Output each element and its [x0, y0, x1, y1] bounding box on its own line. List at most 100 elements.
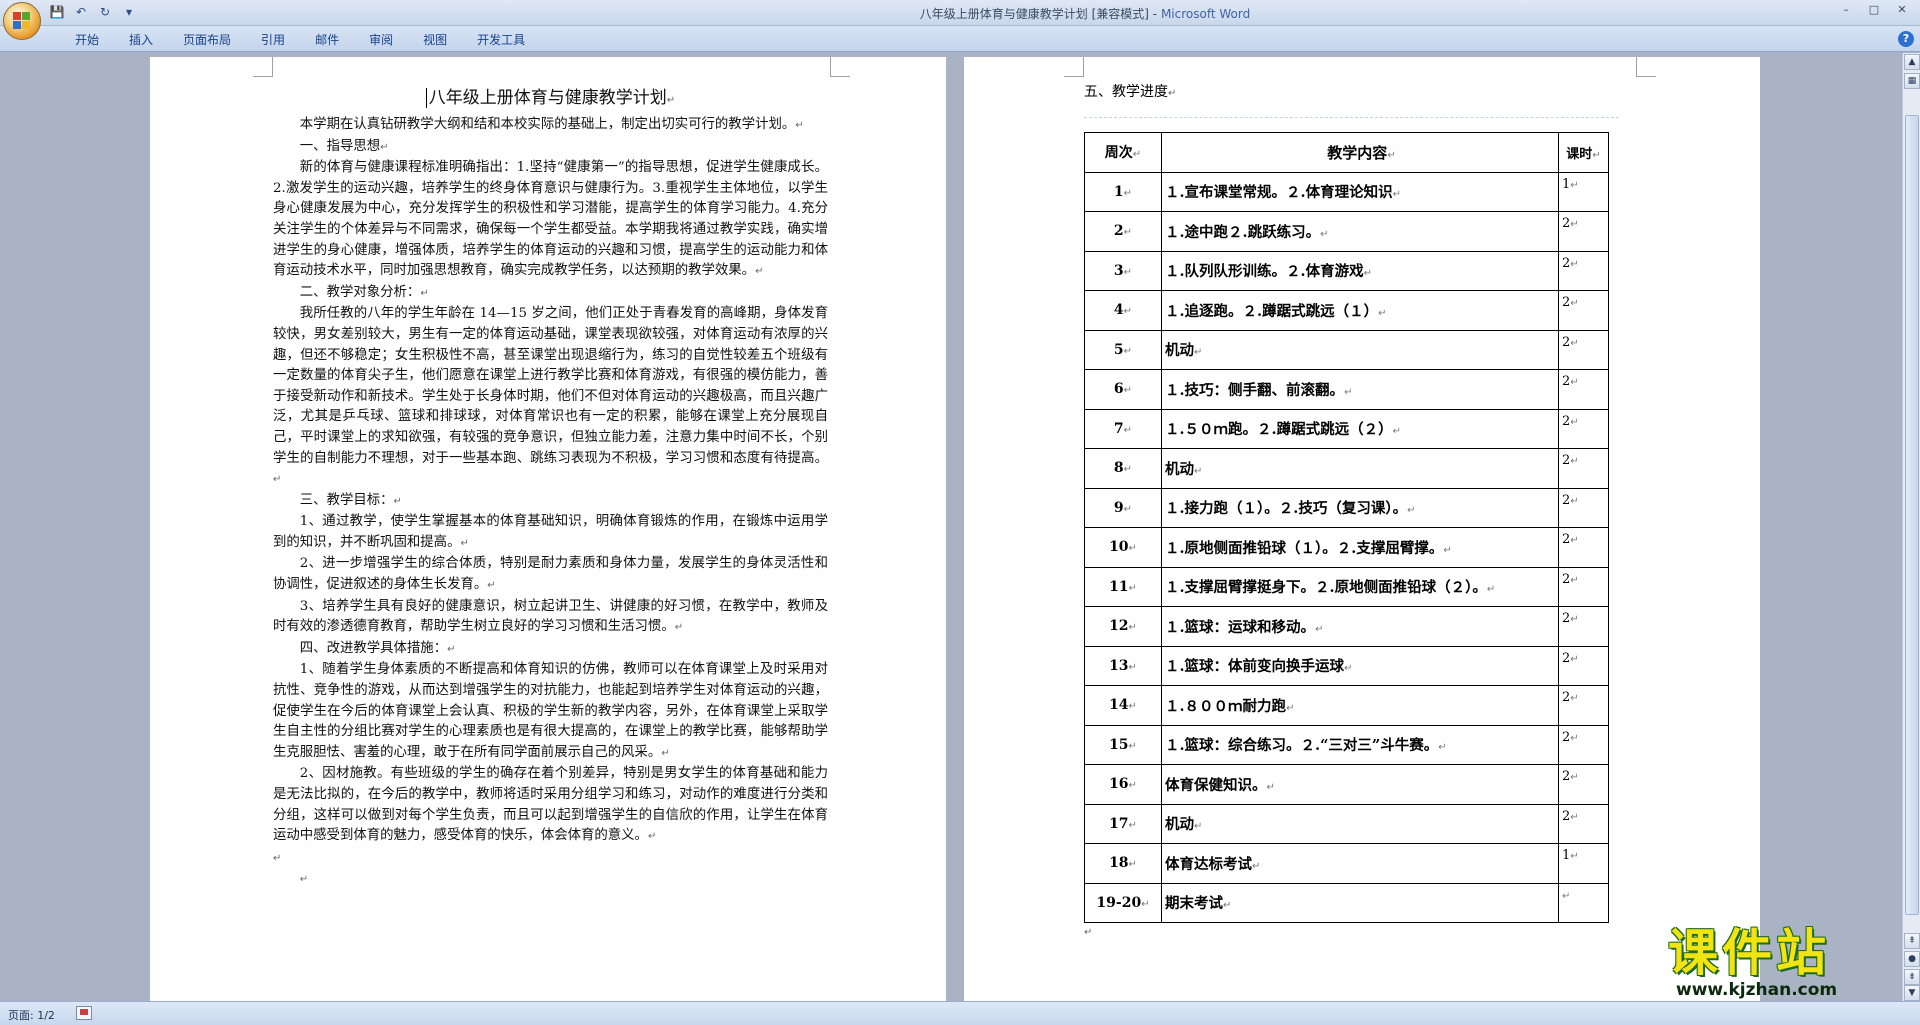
hours-cell[interactable]: 2↵ — [1558, 408, 1609, 449]
hours-cell[interactable]: 2↵ — [1558, 448, 1609, 489]
week-cell[interactable]: 18↵ — [1084, 843, 1162, 884]
hours-cell[interactable]: 1↵ — [1558, 171, 1609, 212]
week-cell[interactable]: 13↵ — [1084, 645, 1162, 686]
week-cell[interactable]: 8↵ — [1084, 448, 1162, 489]
ribbon-tab[interactable]: 邮件 — [300, 31, 354, 48]
proofing-status-icon[interactable] — [76, 1006, 92, 1020]
cell-mark: ↵ — [1570, 337, 1579, 349]
ribbon-tab[interactable]: 开发工具 — [462, 31, 540, 48]
hours-cell[interactable]: 2↵ — [1558, 606, 1609, 647]
page-1-body[interactable]: 八年级上册体育与健康教学计划↵ 本学期在认真钻研教学大纲和结和本校实际的基础上，… — [273, 83, 828, 891]
content-cell[interactable]: １.支撑屈臂撑挺身下。２.原地侧面推铅球（２）。↵ — [1161, 566, 1559, 607]
cell-mark: ↵ — [1194, 821, 1203, 833]
content-cell[interactable]: １.篮球：运球和移动。↵ — [1161, 606, 1559, 647]
hours-cell[interactable]: 2↵ — [1558, 369, 1609, 410]
scrollbar-thumb[interactable] — [1905, 115, 1919, 915]
content-cell[interactable]: 期末考试↵ — [1161, 882, 1559, 923]
content-cell-text: １.技巧：侧手翻、前滚翻。 — [1165, 381, 1345, 399]
section-heading: 五、教学进度↵ — [1084, 81, 1176, 101]
content-cell[interactable]: １.８００ｍ耐力跑↵ — [1161, 685, 1559, 726]
hours-cell[interactable]: 2↵ — [1558, 645, 1609, 686]
paragraph-mark: ↵ — [661, 747, 670, 759]
title-bar: 💾 ↶ ↻ ▾ 八年级上册体育与健康教学计划 [兼容模式] - Microsof… — [0, 0, 1920, 40]
week-cell[interactable]: 6↵ — [1084, 369, 1162, 410]
hours-cell[interactable]: 2↵ — [1558, 290, 1609, 331]
week-cell[interactable]: 12↵ — [1084, 606, 1162, 647]
content-cell[interactable]: １.队列队形训练。２.体育游戏↵ — [1161, 250, 1559, 291]
hours-cell[interactable]: 2↵ — [1558, 527, 1609, 568]
header-hours[interactable]: 课时↵ — [1558, 132, 1609, 173]
content-cell[interactable]: 机动↵ — [1161, 448, 1559, 489]
content-cell[interactable]: 机动↵ — [1161, 329, 1559, 370]
watermark-url: www.kjzhan.com — [1676, 980, 1838, 1000]
vertical-scrollbar[interactable]: ▲ ▦ ⇞ ● ⇟ ▼ — [1902, 53, 1920, 1001]
close-button[interactable]: ✕ — [1888, 0, 1916, 20]
minimize-button[interactable]: – — [1832, 0, 1860, 20]
week-cell[interactable]: 1↵ — [1084, 171, 1162, 212]
ribbon-tab[interactable]: 视图 — [408, 31, 462, 48]
week-cell[interactable]: 7↵ — [1084, 408, 1162, 449]
cell-mark: ↵ — [1128, 701, 1137, 713]
document-area[interactable]: 八年级上册体育与健康教学计划↵ 本学期在认真钻研教学大纲和结和本校实际的基础上，… — [0, 53, 1902, 1001]
content-cell[interactable]: １.技巧：侧手翻、前滚翻。↵ — [1161, 369, 1559, 410]
week-cell[interactable]: 14↵ — [1084, 685, 1162, 726]
content-cell[interactable]: １.５０ｍ跑。２.蹲踞式跳远（２）↵ — [1161, 408, 1559, 449]
hours-cell[interactable]: 2↵ — [1558, 685, 1609, 726]
hours-cell[interactable]: 2↵ — [1558, 211, 1609, 252]
page-1[interactable]: 八年级上册体育与健康教学计划↵ 本学期在认真钻研教学大纲和结和本校实际的基础上，… — [150, 57, 946, 1001]
body-paragraph: 3、培养学生具有良好的健康意识，树立起讲卫生、讲健康的好习惯，在教学中，教师及时… — [273, 597, 828, 639]
content-cell-text: １.篮球：体前变向换手运球 — [1165, 658, 1345, 676]
page-2[interactable]: 五、教学进度↵ 周次↵ 教学内容↵ 课时↵ 1↵ １.宣布课堂常规。２.体育理论知… — [964, 57, 1760, 1001]
content-cell-text: １.８００ｍ耐力跑 — [1165, 697, 1287, 715]
cell-mark: ↵ — [1570, 456, 1579, 467]
paragraph-mark: ↵ — [674, 622, 684, 634]
hours-cell[interactable]: 1↵ — [1558, 843, 1609, 884]
hours-cell[interactable]: 2↵ — [1558, 724, 1609, 765]
maximize-button[interactable]: □ — [1860, 0, 1888, 20]
page-count[interactable]: 页面: 1/2 — [8, 1007, 55, 1023]
hours-cell[interactable]: 2↵ — [1558, 250, 1609, 291]
week-cell[interactable]: 19-20↵ — [1084, 882, 1162, 923]
week-cell[interactable]: 11↵ — [1084, 566, 1162, 607]
scroll-up-icon[interactable]: ▲ — [1904, 54, 1920, 70]
ribbon-tab[interactable]: 开始 — [60, 31, 114, 48]
content-cell[interactable]: １.接力跑（１）。２.技巧（复习课）。↵ — [1161, 487, 1559, 528]
help-icon[interactable]: ? — [1898, 31, 1914, 47]
content-cell[interactable]: １.途中跑２.跳跃练习。↵ — [1161, 211, 1559, 252]
week-cell[interactable]: 9↵ — [1084, 487, 1162, 528]
week-cell[interactable]: 2↵ — [1084, 211, 1162, 252]
hours-cell[interactable]: 2↵ — [1558, 487, 1609, 528]
paragraph-text: 新的体育与健康课程标准明确指出：1.坚持“健康第一”的指导思想，促进学生健康成长… — [273, 160, 828, 279]
week-cell[interactable]: 16↵ — [1084, 764, 1162, 805]
week-cell[interactable]: 5↵ — [1084, 329, 1162, 370]
header-week[interactable]: 周次↵ — [1084, 132, 1162, 173]
week-cell[interactable]: 17↵ — [1084, 803, 1162, 844]
content-cell[interactable]: 体育达标考试↵ — [1161, 843, 1559, 884]
week-cell[interactable]: 10↵ — [1084, 527, 1162, 568]
schedule-table[interactable]: 周次↵ 教学内容↵ 课时↵ 1↵ １.宣布课堂常规。２.体育理论知识↵ 1↵ 2↵ １.… — [1084, 132, 1609, 923]
hours-cell[interactable]: 2↵ — [1558, 803, 1609, 844]
week-cell[interactable]: 3↵ — [1084, 250, 1162, 291]
hours-cell[interactable]: 2↵ — [1558, 764, 1609, 805]
content-cell[interactable]: １.篮球：体前变向换手运球↵ — [1161, 645, 1559, 686]
content-cell[interactable]: 体育保健知识。↵ — [1161, 764, 1559, 805]
ruler-toggle-icon[interactable]: ▦ — [1904, 73, 1920, 89]
hours-cell[interactable]: 2↵ — [1558, 329, 1609, 370]
ribbon-tab[interactable]: 引用 — [246, 31, 300, 48]
content-cell[interactable]: １.篮球：综合练习。２.“三对三”斗牛赛。↵ — [1161, 724, 1559, 765]
cell-mark: ↵ — [1570, 653, 1579, 665]
cell-mark: ↵ — [1378, 307, 1387, 319]
ribbon-tab[interactable]: 审阅 — [354, 31, 408, 48]
ribbon-tab[interactable]: 插入 — [114, 31, 168, 48]
content-cell[interactable]: 机动↵ — [1161, 803, 1559, 844]
hours-cell[interactable]: 2↵ — [1558, 566, 1609, 607]
content-cell[interactable]: １.追逐跑。２.蹲踞式跳远（１）↵ — [1161, 290, 1559, 331]
week-cell[interactable]: 4↵ — [1084, 290, 1162, 331]
office-button[interactable] — [3, 2, 41, 40]
ribbon-tab[interactable]: 页面布局 — [168, 31, 246, 48]
header-content[interactable]: 教学内容↵ — [1161, 132, 1559, 173]
week-cell[interactable]: 15↵ — [1084, 724, 1162, 765]
content-cell[interactable]: １.宣布课堂常规。２.体育理论知识↵ — [1161, 171, 1559, 212]
content-cell[interactable]: １.原地侧面推铅球（１）。２.支撑屈臂撑。↵ — [1161, 527, 1559, 568]
hours-cell[interactable]: ↵ — [1558, 882, 1609, 923]
